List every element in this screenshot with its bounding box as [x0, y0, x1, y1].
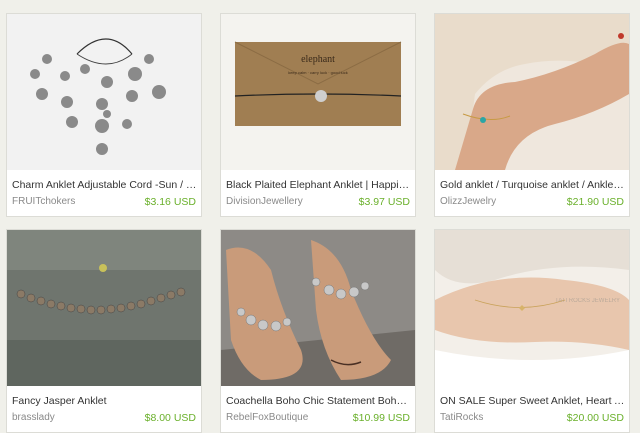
listing-price: $21.90 USD: [566, 196, 624, 208]
listing-shop-name[interactable]: DivisionJewellery: [226, 196, 336, 207]
packaging-brand-text: elephant: [301, 54, 335, 65]
listing-price: $20.00 USD: [566, 412, 624, 424]
listing-image-gold-anklet[interactable]: [435, 14, 629, 170]
listing-card[interactable]: Coachella Boho Chic Statement Boho Ankle…: [220, 229, 416, 433]
listing-image-heart-anklet[interactable]: TATI ROCKS JEWELRY: [435, 230, 629, 386]
listing-shop-name[interactable]: FRUITchokers: [12, 196, 122, 207]
listing-shop-name[interactable]: brasslady: [12, 412, 122, 423]
listing-image-elephant[interactable]: elephant keep calm · carry luck · good l…: [221, 14, 415, 170]
listing-price: $3.97 USD: [358, 196, 410, 208]
listing-price: $8.00 USD: [144, 412, 196, 424]
photo-watermark: TATI ROCKS JEWELRY: [555, 298, 620, 304]
listing-shop-name[interactable]: RebelFoxBoutique: [226, 412, 336, 423]
listing-card[interactable]: Charm Anklet Adjustable Cord -Sun / Moon…: [6, 13, 202, 217]
listing-price: $3.16 USD: [144, 196, 196, 208]
packaging-tagline-text: keep calm · carry luck · good luck: [288, 70, 348, 75]
listing-shop-name[interactable]: OlizzJewelry: [440, 196, 550, 207]
listing-card[interactable]: TATI ROCKS JEWELRY ON SALE Super Sweet A…: [434, 229, 630, 433]
listing-title[interactable]: Coachella Boho Chic Statement Boho Ankle…: [226, 395, 412, 407]
listing-card[interactable]: Fancy Jasper Anklet brasslady $8.00 USD: [6, 229, 202, 433]
listing-shop-name[interactable]: TatiRocks: [440, 412, 550, 423]
listing-card[interactable]: Gold anklet / Turquoise anklet / Ankle b…: [434, 13, 630, 217]
listing-title[interactable]: Black Plaited Elephant Anklet | Happines…: [226, 179, 412, 191]
listing-title[interactable]: Gold anklet / Turquoise anklet / Ankle b…: [440, 179, 626, 191]
listing-image-coachella[interactable]: [221, 230, 415, 386]
listing-title[interactable]: Charm Anklet Adjustable Cord -Sun / Moon…: [12, 179, 198, 191]
listing-title[interactable]: ON SALE Super Sweet Anklet, Heart Anklet: [440, 395, 626, 407]
listing-title[interactable]: Fancy Jasper Anklet: [12, 395, 198, 407]
listing-price: $10.99 USD: [352, 412, 410, 424]
listing-image-jasper[interactable]: [7, 230, 201, 386]
listing-card[interactable]: elephant keep calm · carry luck · good l…: [220, 13, 416, 217]
listing-image-charms[interactable]: [7, 14, 201, 170]
